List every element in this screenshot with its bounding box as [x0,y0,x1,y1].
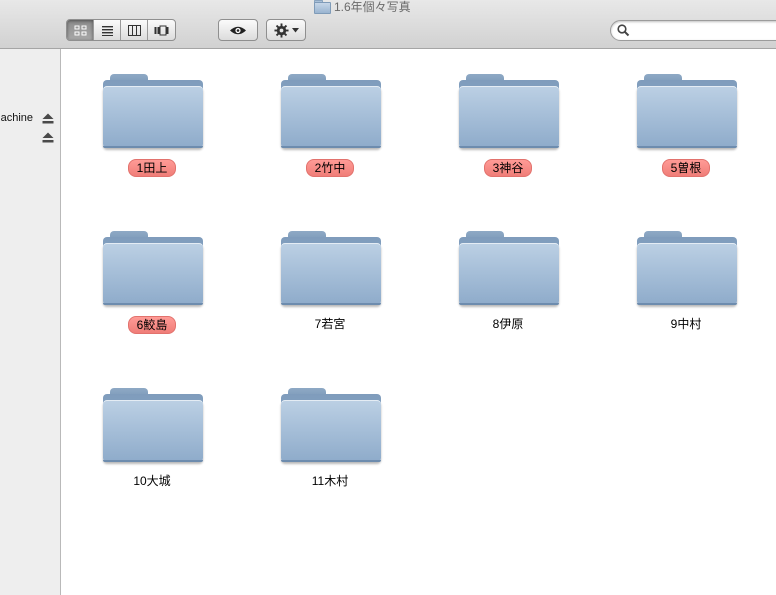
icon-view-button[interactable] [67,20,94,40]
action-menu-button[interactable] [266,19,306,41]
coverflow-view-button[interactable] [148,20,175,40]
folder-icon[interactable] [459,228,559,308]
folder-name: 3神谷 [483,159,533,177]
folder-grid: 1田上 2竹中 3神谷 5曽根 6鮫島 7若宮 8伊原 9中村 10大城 11木村 [62,49,776,595]
folder-item[interactable]: 10大城 [82,363,222,493]
folder-icon[interactable] [281,228,381,308]
folder-item[interactable]: 8伊原 [438,206,578,336]
folder-name: 9中村 [670,317,702,331]
toolbar: 1.6年個々写真 [0,0,776,49]
sidebar: achine [0,49,61,595]
folder-icon[interactable] [637,228,737,308]
window-title-text: 1.6年個々写真 [334,0,411,14]
column-view-button[interactable] [121,20,148,40]
column-view-icon [127,24,141,36]
folder-label[interactable]: 7若宮 [260,316,400,332]
folder-label[interactable]: 10大城 [82,473,222,489]
folder-item[interactable]: 2竹中 [260,49,400,179]
folder-label[interactable]: 5曽根 [616,159,756,177]
folder-name: 10大城 [133,474,171,488]
sidebar-item-device[interactable] [0,131,60,145]
search-input[interactable] [633,23,773,38]
eject-icon[interactable] [42,132,54,143]
search-field[interactable] [610,20,776,41]
folder-name: 5曽根 [661,159,711,177]
list-view-icon [101,25,113,36]
folder-label[interactable]: 1田上 [82,159,222,177]
folder-name: 1田上 [127,159,177,177]
folder-icon[interactable] [103,385,203,465]
folder-item[interactable]: 1田上 [82,49,222,179]
sidebar-item-time-machine[interactable]: achine [0,112,60,126]
eject-icon[interactable] [42,113,54,124]
coverflow-view-icon [154,25,169,35]
folder-label[interactable]: 11木村 [260,473,400,489]
folder-item[interactable]: 3神谷 [438,49,578,179]
folder-item[interactable]: 5曽根 [616,49,756,179]
folder-label[interactable]: 8伊原 [438,316,578,332]
folder-name: 6鮫島 [127,316,177,334]
folder-icon[interactable] [103,71,203,151]
folder-label[interactable]: 9中村 [616,316,756,332]
chevron-down-icon [291,27,299,32]
view-mode-switcher [66,19,176,41]
folder-name: 11木村 [311,474,349,488]
gear-icon [273,22,289,38]
search-icon [617,24,630,37]
folder-icon[interactable] [281,71,381,151]
folder-item[interactable]: 9中村 [616,206,756,336]
window-title: 1.6年個々写真 [314,0,411,14]
folder-name: 8伊原 [492,317,524,331]
folder-icon [314,0,331,14]
icon-view-icon [74,25,86,35]
folder-icon[interactable] [459,71,559,151]
folder-name: 2竹中 [305,159,355,177]
folder-item[interactable]: 11木村 [260,363,400,493]
folder-label[interactable]: 2竹中 [260,159,400,177]
sidebar-item-label: achine [0,112,33,124]
eye-icon [230,26,246,34]
folder-label[interactable]: 3神谷 [438,159,578,177]
list-view-button[interactable] [94,20,121,40]
folder-item[interactable]: 7若宮 [260,206,400,336]
folder-icon[interactable] [281,385,381,465]
quick-look-button[interactable] [218,19,258,41]
folder-item[interactable]: 6鮫島 [82,206,222,336]
folder-name: 7若宮 [314,317,346,331]
folder-icon[interactable] [103,228,203,308]
folder-icon[interactable] [637,71,737,151]
folder-label[interactable]: 6鮫島 [82,316,222,334]
